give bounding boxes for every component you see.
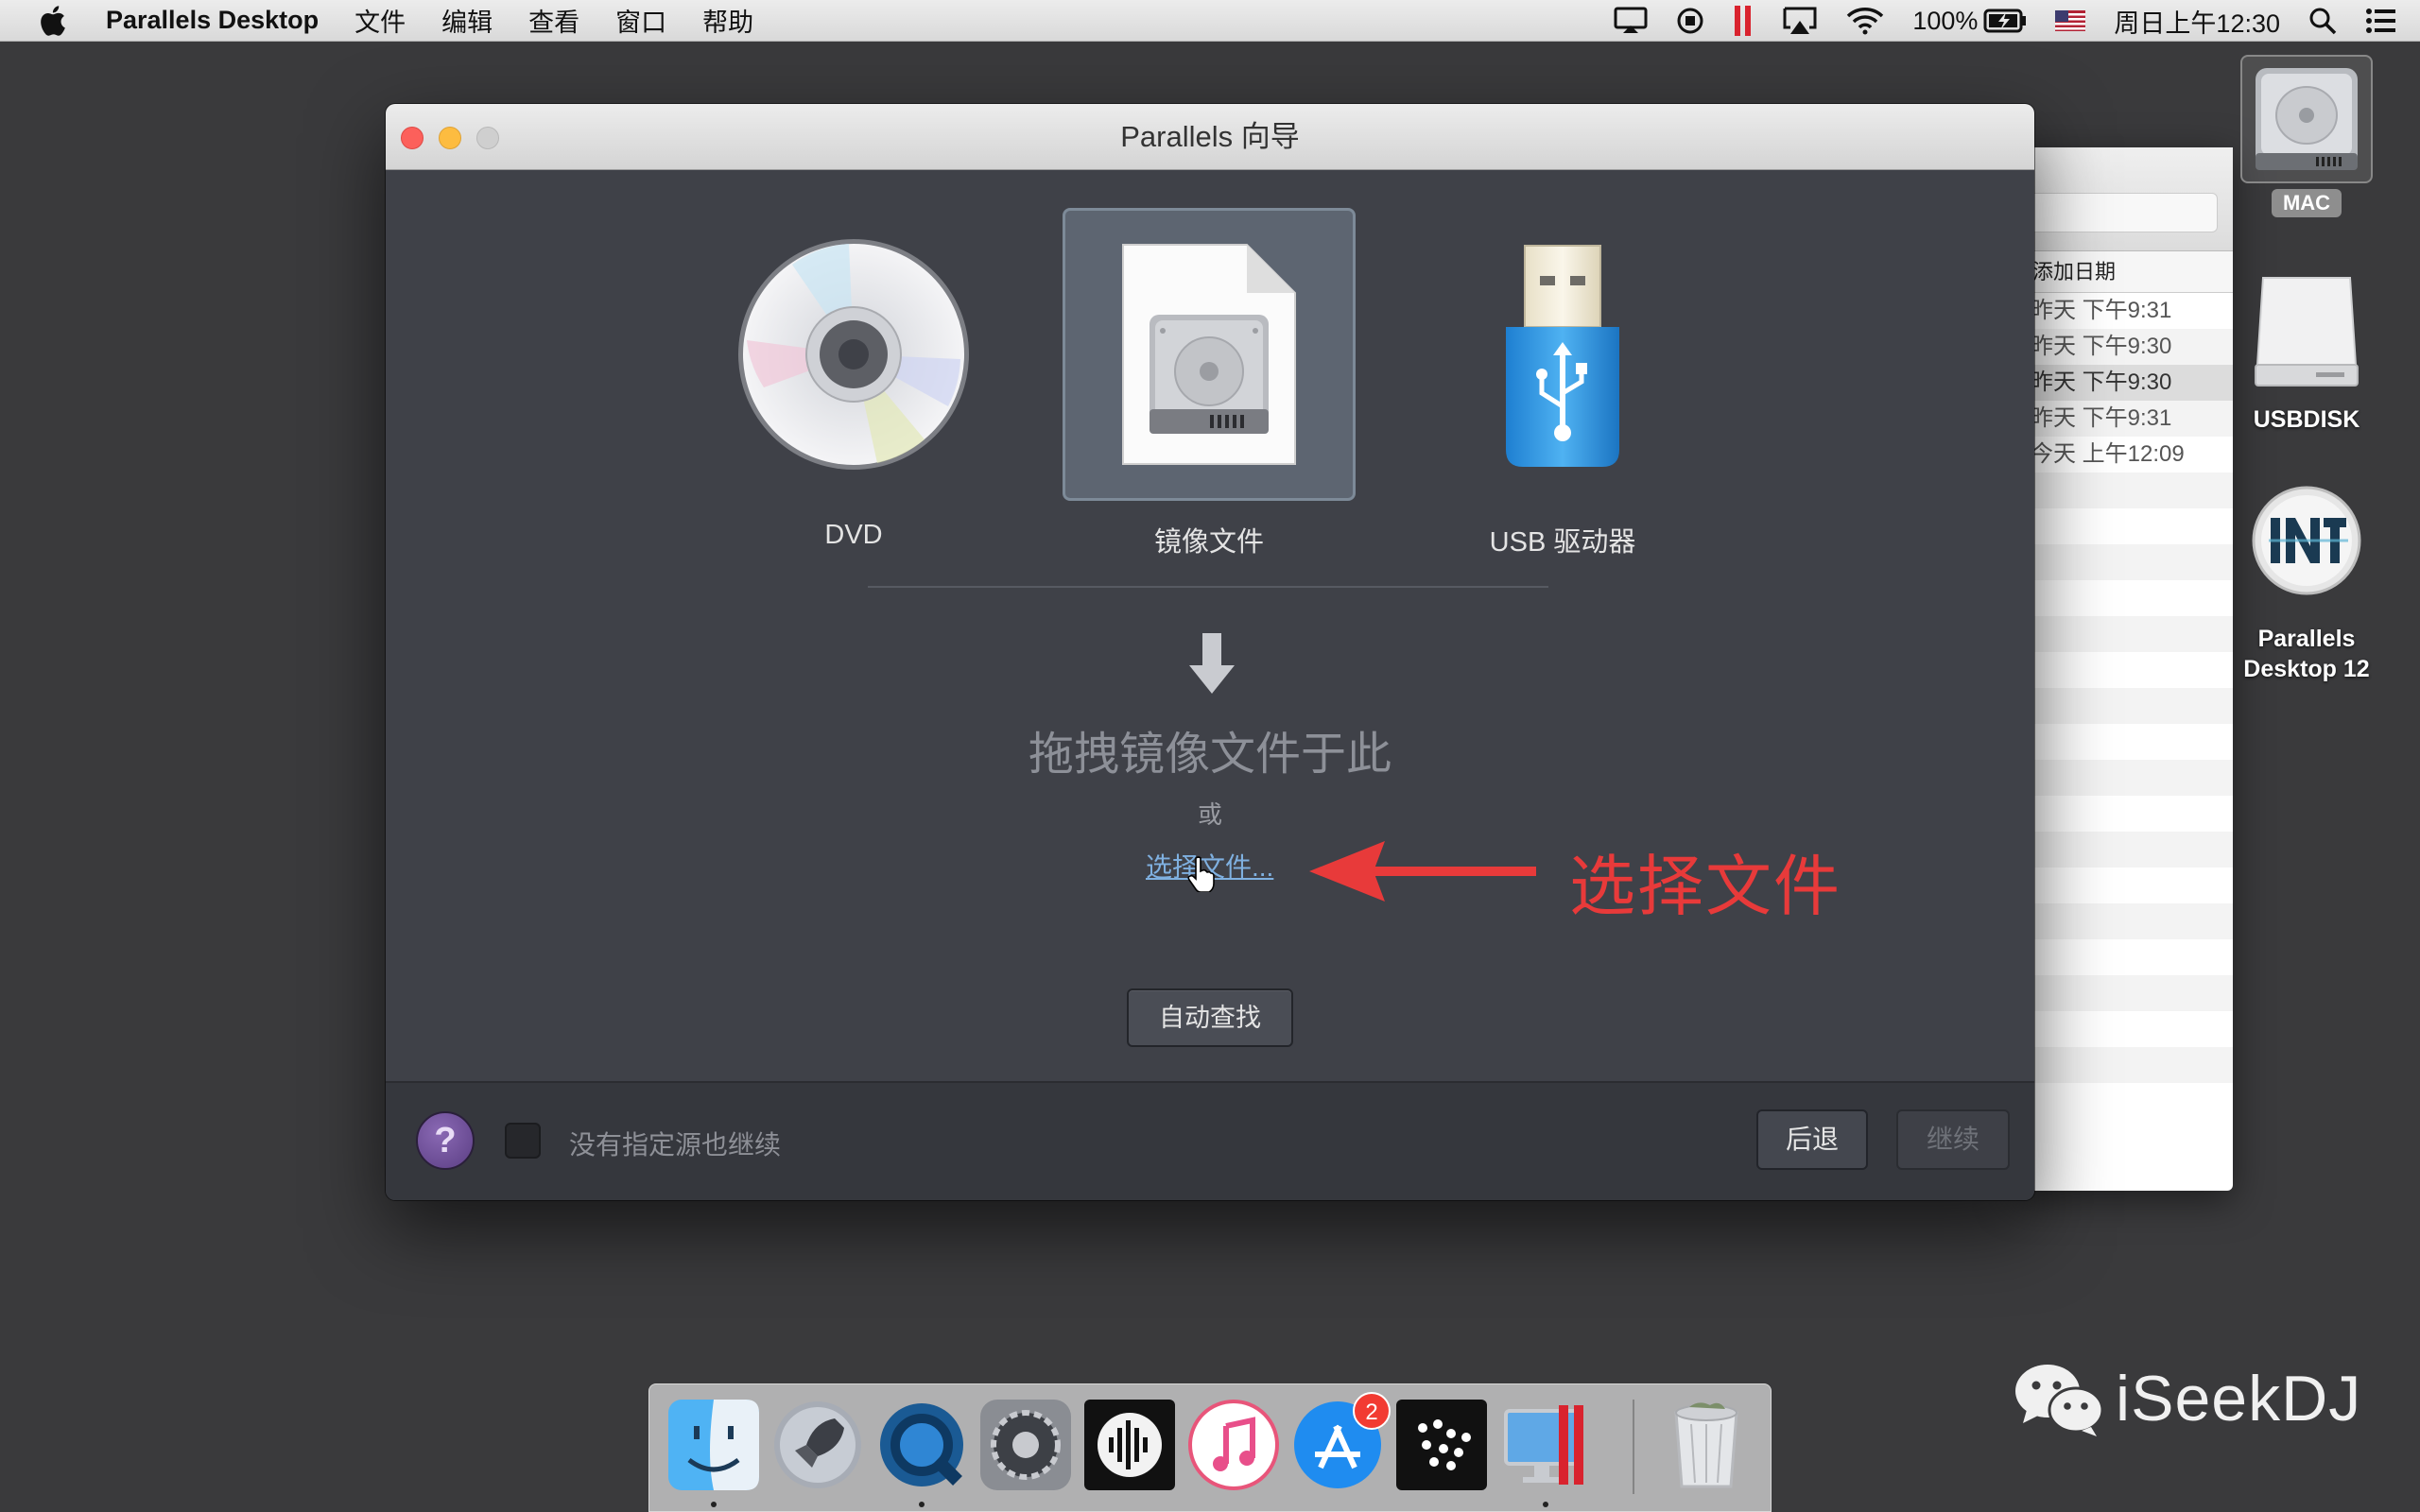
- parallels-desktop-icon[interactable]: [1500, 1400, 1591, 1490]
- source-image-file[interactable]: 镜像文件: [1063, 208, 1356, 558]
- empty-row: [2014, 688, 2233, 724]
- spotlight-icon[interactable]: [2308, 7, 2337, 35]
- record-icon[interactable]: [1676, 7, 1704, 35]
- empty-row: [2014, 939, 2233, 975]
- audio-app-icon[interactable]: [1084, 1400, 1175, 1490]
- window-title: Parallels 向导: [1120, 120, 1300, 153]
- app-store-icon[interactable]: 2: [1292, 1392, 1391, 1490]
- watermark: iSeekDJ: [2014, 1361, 2361, 1436]
- background-window[interactable]: 添加日期 昨天 下午9:31 昨天 下午9:30 昨天 下午9:30 昨天 下午…: [2014, 147, 2233, 1191]
- empty-row: [2014, 1011, 2233, 1047]
- running-indicator: [1543, 1502, 1548, 1507]
- menu-help[interactable]: 帮助: [702, 2, 753, 39]
- menu-bar: Parallels Desktop 文件 编辑 查看 窗口 帮助 100% 周日…: [0, 0, 2420, 42]
- system-preferences-icon[interactable]: [980, 1400, 1071, 1490]
- empty-row: [2014, 580, 2233, 616]
- launchpad-icon[interactable]: [772, 1400, 863, 1490]
- list-item[interactable]: 昨天 下午9:31: [2014, 293, 2233, 329]
- continue-button[interactable]: 继续: [1896, 1109, 2010, 1170]
- battery-percentage[interactable]: 100%: [1912, 7, 1978, 36]
- itunes-icon[interactable]: [1188, 1400, 1279, 1490]
- running-indicator: [711, 1502, 717, 1507]
- app-menu[interactable]: Parallels Desktop: [106, 6, 319, 35]
- apple-icon[interactable]: [38, 5, 70, 37]
- empty-row: [2014, 975, 2233, 1011]
- notification-icon[interactable]: [2365, 8, 2397, 34]
- app-store-badge: 2: [1353, 1392, 1391, 1430]
- desktop-icon-label: MAC: [2271, 189, 2342, 217]
- title-bar[interactable]: Parallels 向导: [386, 104, 2034, 170]
- desktop-icon-mac[interactable]: MAC: [2217, 55, 2396, 217]
- menu-file[interactable]: 文件: [354, 2, 406, 39]
- watermark-text: iSeekDJ: [2116, 1363, 2362, 1435]
- flag-icon[interactable]: [2055, 10, 2086, 31]
- menu-window[interactable]: 窗口: [615, 2, 666, 39]
- list-item[interactable]: 昨天 下午9:30: [2014, 329, 2233, 365]
- empty-row: [2014, 544, 2233, 580]
- menu-view[interactable]: 查看: [528, 2, 579, 39]
- source-image-file-label: 镜像文件: [1153, 527, 1264, 558]
- dialog-footer: ? 没有指定源也继续 后退 继续: [386, 1081, 2034, 1200]
- auto-find-button[interactable]: 自动查找: [1127, 988, 1293, 1047]
- continue-without-source-label[interactable]: 没有指定源也继续: [569, 1125, 781, 1162]
- source-usb-drive[interactable]: USB 驱动器: [1416, 208, 1709, 558]
- airplay-icon[interactable]: [1782, 6, 1818, 36]
- empty-row: [2014, 760, 2233, 796]
- disk-image-icon: [1122, 244, 1296, 465]
- empty-row: [2014, 508, 2233, 544]
- empty-row: [2014, 472, 2233, 508]
- back-button[interactable]: 后退: [1756, 1109, 1868, 1170]
- hand-cursor-icon: [1187, 856, 1215, 892]
- column-header-date-added[interactable]: 添加日期: [2014, 251, 2233, 293]
- drop-zone-text[interactable]: 拖拽镜像文件于此: [386, 716, 2034, 782]
- wechat-icon: [2015, 1365, 2104, 1436]
- search-field[interactable]: [2023, 193, 2218, 232]
- quicktime-icon[interactable]: [876, 1400, 967, 1490]
- dots-app-icon[interactable]: [1396, 1400, 1487, 1490]
- desktop-icon-usbdisk[interactable]: USBDISK: [2217, 270, 2396, 435]
- empty-row: [2014, 903, 2233, 939]
- source-dvd-label: DVD: [824, 520, 883, 550]
- help-button[interactable]: ?: [416, 1111, 475, 1170]
- list-item[interactable]: 昨天 下午9:31: [2014, 401, 2233, 437]
- battery-icon[interactable]: [1983, 9, 2027, 33]
- external-drive-icon: [2255, 277, 2359, 387]
- annotation-arrow-icon: [1309, 841, 1536, 902]
- empty-row: [2014, 652, 2233, 688]
- dock: 2: [648, 1383, 1772, 1512]
- parallels-icon[interactable]: [1733, 6, 1754, 36]
- empty-row: [2014, 832, 2233, 868]
- dock-separator: [1633, 1400, 1634, 1494]
- divider: [868, 586, 1548, 588]
- desktop-icon-parallels-installer[interactable]: Parallels Desktop 12: [2217, 484, 2396, 684]
- desktop-icon-label: Parallels Desktop 12: [2243, 626, 2370, 682]
- menu-edit[interactable]: 编辑: [441, 2, 493, 39]
- hard-drive-icon: [2256, 68, 2358, 170]
- empty-row: [2014, 724, 2233, 760]
- usb-drive-icon: [1506, 245, 1619, 467]
- down-arrow-icon: [1189, 633, 1235, 694]
- empty-row: [2014, 1047, 2233, 1083]
- desktop-icon-label: USBDISK: [2253, 406, 2360, 433]
- finder-icon[interactable]: [668, 1400, 759, 1490]
- empty-row: [2014, 616, 2233, 652]
- wifi-icon[interactable]: [1846, 7, 1884, 35]
- or-text: 或: [1197, 800, 1222, 829]
- empty-row: [2014, 868, 2233, 903]
- installer-icon: [2252, 486, 2361, 595]
- list-item[interactable]: 昨天 下午9:30: [2014, 365, 2233, 401]
- window-toolbar: [2014, 147, 2233, 251]
- parallels-wizard-dialog: Parallels 向导 DVD 镜像文件 USB 驱动器 拖拽镜像文件于此 或…: [386, 104, 2034, 1200]
- annotation-text: 选择文件: [1569, 850, 1841, 923]
- trash-icon[interactable]: [1661, 1400, 1752, 1490]
- empty-row: [2014, 796, 2233, 832]
- clock[interactable]: 周日上午12:30: [2114, 3, 2280, 40]
- source-usb-drive-label: USB 驱动器: [1489, 527, 1636, 558]
- dvd-icon: [738, 239, 969, 470]
- continue-without-source-checkbox[interactable]: [505, 1123, 541, 1159]
- running-indicator: [919, 1502, 925, 1507]
- source-dvd[interactable]: DVD: [707, 208, 1000, 550]
- list-item[interactable]: 今天 上午12:09: [2014, 437, 2233, 472]
- display-icon[interactable]: [1614, 7, 1648, 35]
